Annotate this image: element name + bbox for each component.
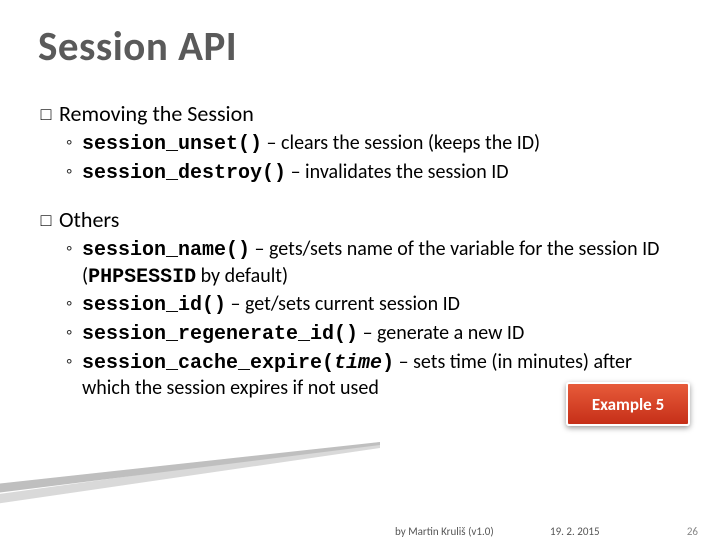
- list-item: session_unset() – clears the session (ke…: [66, 131, 682, 158]
- list-others: session_name() – gets/sets name of the v…: [66, 237, 682, 402]
- footer-date: 19. 2. 2015: [550, 525, 600, 538]
- list-item: session_regenerate_id() – generate a new…: [66, 321, 682, 348]
- list-item: session_destroy() – invalidates the sess…: [66, 160, 682, 187]
- section-others: □ Others: [38, 206, 682, 233]
- list-item: session_name() – gets/sets name of the v…: [66, 237, 682, 290]
- example-badge: Example 5: [566, 382, 690, 426]
- slide-title: Session API: [38, 22, 682, 72]
- footer-author: by Martin Kruliš (v1.0): [395, 525, 494, 538]
- list-item: session_id() – get/sets current session …: [66, 292, 682, 319]
- section-removing: □ Removing the Session: [38, 100, 682, 127]
- list-removing: session_unset() – clears the session (ke…: [66, 131, 682, 186]
- decorative-wedge: [0, 442, 380, 512]
- footer-page-number: 26: [687, 525, 698, 538]
